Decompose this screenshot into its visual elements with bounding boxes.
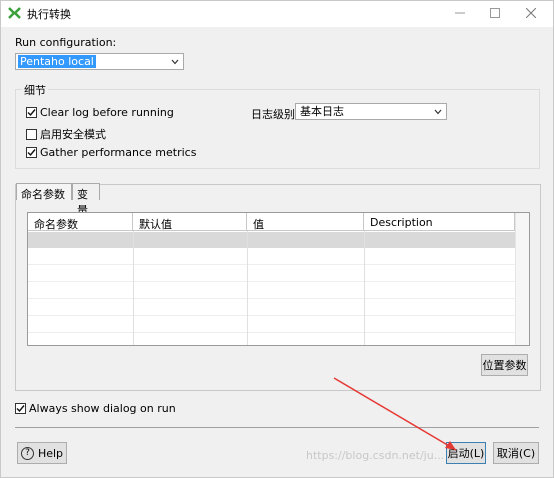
dialog-window: 执行转换 Run configuration: Pentaho local 细节…: [0, 0, 554, 478]
annotation-arrow: [333, 377, 457, 451]
